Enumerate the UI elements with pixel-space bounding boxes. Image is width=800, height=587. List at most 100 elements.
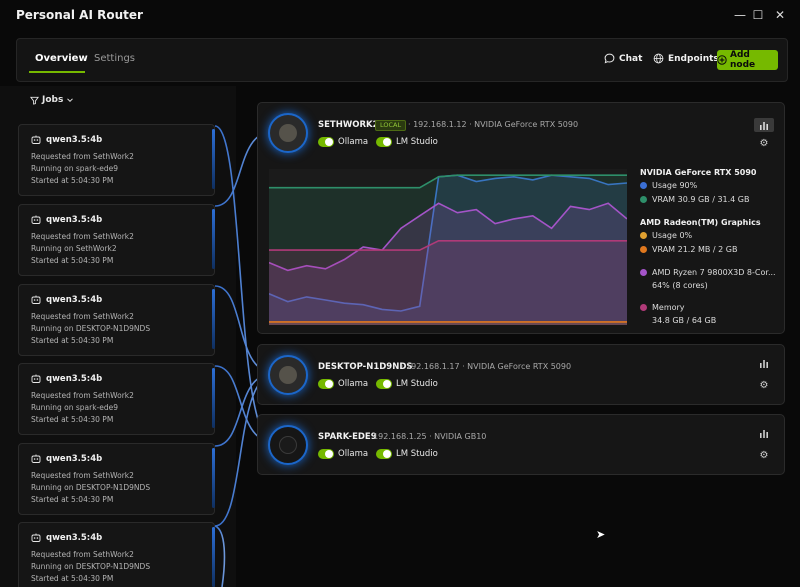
toggle-switch[interactable] — [376, 137, 392, 147]
job-requested: Requested from SethWork2 — [31, 550, 134, 559]
service-label: Ollama — [338, 449, 369, 459]
add-node-button[interactable]: Add node — [717, 50, 778, 70]
node-details: · 192.168.1.17 · NVIDIA GeForce RTX 5090 — [401, 362, 572, 371]
node-avatar — [268, 425, 308, 465]
toggle-switch[interactable] — [318, 449, 334, 459]
legend-cpu-detail: 64% (8 cores) — [652, 281, 708, 290]
job-running: Running on DESKTOP-N1D9NDS — [31, 562, 151, 571]
legend-swatch — [640, 196, 647, 203]
job-running: Running on SethWork2 — [31, 244, 117, 253]
job-model: qwen3.5:4b — [46, 454, 103, 464]
job-card[interactable]: qwen3.5:4b Requested from SethWork2 Runnin… — [18, 443, 215, 515]
toggle-switch[interactable] — [318, 137, 334, 147]
node-avatar — [268, 113, 308, 153]
top-navigation-bar: Overview Settings Chat Endpoints Add nod… — [16, 38, 788, 82]
toggle-switch[interactable] — [376, 379, 392, 389]
job-model: qwen3.5:4b — [46, 374, 103, 384]
job-header: qwen3.5:4b — [31, 533, 102, 543]
job-card[interactable]: qwen3.5:4b Requested from SethWork2 Runnin… — [18, 363, 215, 435]
model-icon — [31, 454, 41, 463]
bar-chart-icon — [760, 122, 768, 130]
job-running: Running on spark-ede9 — [31, 164, 119, 173]
ollama-toggle[interactable]: Ollama — [318, 379, 368, 389]
maximize-button[interactable]: ☐ — [748, 6, 768, 24]
job-card[interactable]: qwen3.5:4b Requested from SethWork2 Runnin… — [18, 204, 215, 276]
job-started: Started at 5:04:30 PM — [31, 176, 114, 185]
job-requested: Requested from SethWork2 — [31, 391, 134, 400]
job-started: Started at 5:04:30 PM — [31, 415, 114, 424]
lmstudio-toggle[interactable]: LM Studio — [376, 137, 438, 147]
globe-icon — [653, 53, 664, 64]
local-badge: LOCAL — [375, 120, 407, 131]
bar-chart-glyph — [760, 360, 768, 368]
job-card[interactable]: qwen3.5:4b Requested from SethWork2 Runnin… — [18, 522, 215, 587]
legend-text: Memory — [652, 303, 685, 312]
mouse-cursor: ➤ — [596, 528, 606, 541]
legend-text: AMD Ryzen 7 9800X3D 8-Cor... — [652, 268, 776, 277]
close-button[interactable]: ✕ — [770, 6, 790, 24]
endpoints-button[interactable]: Endpoints — [653, 53, 719, 64]
legend-text: Usage 0% — [652, 231, 693, 240]
service-label: LM Studio — [396, 379, 438, 389]
settings-gear-icon[interactable]: ⚙ — [756, 378, 772, 394]
endpoints-button-label: Endpoints — [668, 53, 719, 64]
job-running: Running on spark-ede9 — [31, 403, 119, 412]
node-gpu: NVIDIA GeForce RTX 5090 — [467, 362, 572, 371]
job-header: qwen3.5:4b — [31, 374, 102, 384]
job-started: Started at 5:04:30 PM — [31, 256, 114, 265]
tab-overview[interactable]: Overview — [35, 53, 88, 64]
model-icon — [31, 533, 41, 542]
settings-gear-icon[interactable]: ⚙ — [756, 448, 772, 464]
node-card-spark[interactable]: SPARK-EDE9 · 192.168.1.25 · NVIDIA GB10 … — [257, 414, 785, 475]
title-bar: Personal AI Router — ☐ ✕ — [0, 0, 800, 32]
settings-gear-icon[interactable]: ⚙ — [756, 136, 772, 152]
job-card[interactable]: qwen3.5:4b Requested from SethWork2 Runnin… — [18, 284, 215, 356]
job-running: Running on DESKTOP-N1D9NDS — [31, 324, 151, 333]
job-started: Started at 5:04:30 PM — [31, 574, 114, 583]
node-gpu: NVIDIA GeForce RTX 5090 — [474, 120, 579, 129]
job-header: qwen3.5:4b — [31, 215, 102, 225]
job-header: qwen3.5:4b — [31, 454, 102, 464]
job-running: Running on DESKTOP-N1D9NDS — [31, 483, 151, 492]
legend-swatch — [640, 304, 647, 311]
toggle-switch[interactable] — [318, 379, 334, 389]
legend-cpu: AMD Ryzen 7 9800X3D 8-Cor... — [640, 268, 776, 277]
jobs-filter-button[interactable]: Jobs — [30, 95, 74, 105]
bar-chart-icon[interactable] — [756, 429, 772, 445]
plus-circle-icon — [717, 55, 727, 65]
job-started: Started at 5:04:30 PM — [31, 495, 114, 504]
legend-gpu2-vram: VRAM 21.2 MB / 2 GB — [640, 245, 737, 254]
service-label: LM Studio — [396, 449, 438, 459]
series-area — [269, 240, 627, 325]
node-ip: 192.168.1.12 — [413, 120, 467, 129]
ollama-toggle[interactable]: Ollama — [318, 449, 368, 459]
chart-toggle-button[interactable] — [754, 118, 774, 132]
model-icon — [31, 215, 41, 224]
node-gpu: NVIDIA GB10 — [434, 432, 487, 441]
model-icon — [31, 374, 41, 383]
ollama-toggle[interactable]: Ollama — [318, 137, 368, 147]
node-details: · 192.168.1.25 · NVIDIA GB10 — [368, 432, 487, 441]
legend-text: Usage 90% — [652, 181, 698, 190]
job-header: qwen3.5:4b — [31, 135, 102, 145]
lmstudio-toggle[interactable]: LM Studio — [376, 379, 438, 389]
legend-gpu1-usage: Usage 90% — [640, 181, 697, 190]
bar-chart-icon[interactable] — [756, 359, 772, 375]
node-details: · 192.168.1.12 · NVIDIA GeForce RTX 5090 — [408, 120, 579, 129]
tab-settings[interactable]: Settings — [94, 53, 135, 64]
node-ip: 192.168.1.17 — [406, 362, 460, 371]
toggle-switch[interactable] — [376, 449, 392, 459]
node-name: SETHWORK2 — [318, 120, 379, 130]
service-label: Ollama — [338, 379, 369, 389]
job-requested: Requested from SethWork2 — [31, 471, 134, 480]
chat-button[interactable]: Chat — [604, 53, 642, 64]
minimize-button[interactable]: — — [730, 6, 750, 24]
service-label: LM Studio — [396, 137, 438, 147]
node-card-desktop[interactable]: DESKTOP-N1D9NDS · 192.168.1.17 · NVIDIA … — [257, 344, 785, 405]
legend-memory: Memory — [640, 303, 685, 312]
chat-bubble-icon — [604, 53, 615, 64]
lmstudio-toggle[interactable]: LM Studio — [376, 449, 438, 459]
job-requested: Requested from SethWork2 — [31, 312, 134, 321]
model-icon — [31, 295, 41, 304]
job-card[interactable]: qwen3.5:4b Requested from SethWork2 Runnin… — [18, 124, 215, 196]
